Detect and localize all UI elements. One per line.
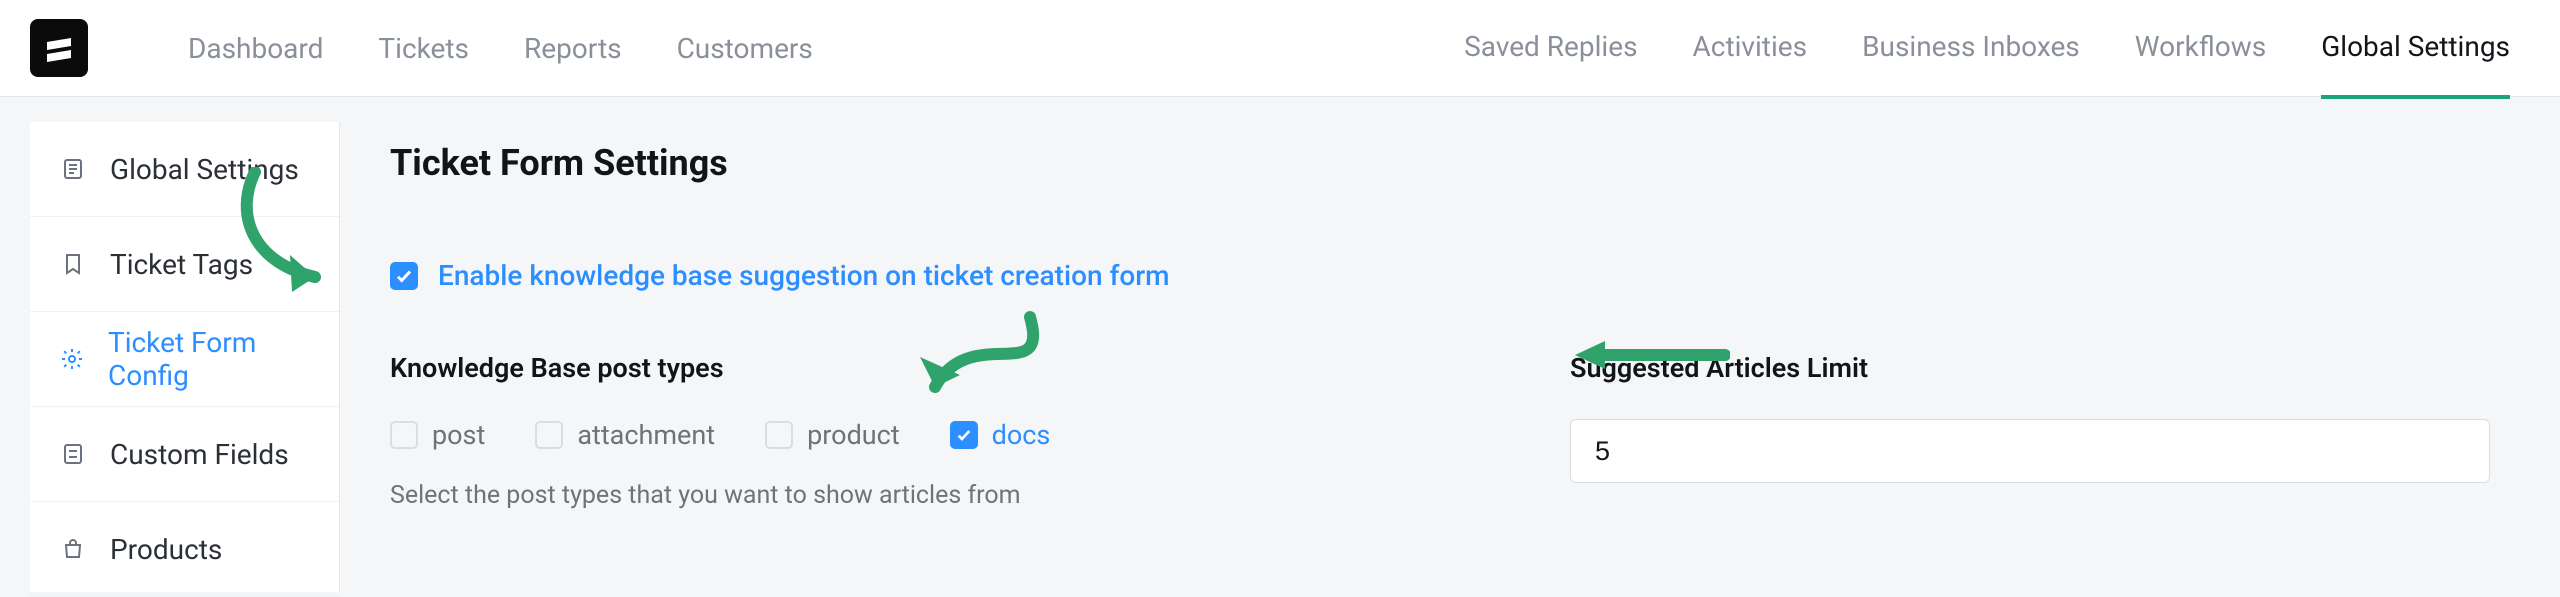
posttypes-heading: Knowledge Base post types	[390, 352, 1270, 384]
bag-icon	[60, 536, 86, 562]
limit-input[interactable]	[1570, 419, 2490, 483]
enable-kb-checkbox[interactable]	[390, 262, 418, 290]
check-icon	[395, 267, 413, 285]
nav-customers[interactable]: Customers	[677, 0, 813, 97]
logo-glyph-icon	[41, 30, 77, 66]
sidebar-item-products[interactable]: Products	[30, 502, 339, 597]
sidebar-item-label: Ticket Tags	[110, 248, 253, 281]
file-icon	[60, 156, 86, 182]
posttype-product-checkbox[interactable]	[765, 421, 793, 449]
posttype-attachment-checkbox[interactable]	[535, 421, 563, 449]
sidebar-item-ticket-tags[interactable]: Ticket Tags	[30, 217, 339, 312]
body: Global Settings Ticket Tags Ticket Form …	[0, 97, 2560, 592]
nav-global-settings[interactable]: Global Settings	[2321, 0, 2510, 99]
posttype-label: post	[432, 419, 485, 451]
nav-dashboard[interactable]: Dashboard	[188, 0, 323, 97]
limit-heading: Suggested Articles Limit	[1570, 352, 2490, 384]
enable-kb-label: Enable knowledge base suggestion on tick…	[438, 259, 1170, 292]
nav-reports[interactable]: Reports	[524, 0, 622, 97]
topnav: Dashboard Tickets Reports Customers Save…	[0, 0, 2560, 97]
posttype-post-checkbox[interactable]	[390, 421, 418, 449]
posttype-post[interactable]: post	[390, 419, 485, 451]
posttype-label: product	[807, 419, 900, 451]
posttype-label: attachment	[577, 419, 715, 451]
sidebar: Global Settings Ticket Tags Ticket Form …	[30, 122, 340, 592]
nav-saved-replies[interactable]: Saved Replies	[1464, 0, 1637, 99]
sidebar-item-label: Ticket Form Config	[108, 326, 309, 392]
nav-tickets[interactable]: Tickets	[378, 0, 469, 97]
sidebar-item-ticket-form-config[interactable]: Ticket Form Config	[30, 312, 339, 407]
sidebar-item-label: Products	[110, 533, 222, 566]
nav-workflows[interactable]: Workflows	[2135, 0, 2266, 99]
sidebar-item-label: Custom Fields	[110, 438, 289, 471]
posttypes-row: post attachment product	[390, 419, 1270, 451]
main-content: Ticket Form Settings Enable knowledge ba…	[340, 97, 2560, 592]
posttypes-column: Knowledge Base post types post attachmen…	[390, 352, 1270, 510]
posttype-docs[interactable]: docs	[950, 419, 1051, 451]
list-icon	[60, 441, 86, 467]
page-title: Ticket Form Settings	[390, 142, 2490, 184]
check-icon	[956, 427, 972, 443]
posttype-label: docs	[992, 419, 1051, 451]
settings-columns: Knowledge Base post types post attachmen…	[390, 352, 2490, 510]
nav-activities[interactable]: Activities	[1693, 0, 1808, 99]
limit-column: Suggested Articles Limit	[1570, 352, 2490, 510]
enable-kb-row: Enable knowledge base suggestion on tick…	[390, 259, 2490, 292]
topnav-left: Dashboard Tickets Reports Customers	[188, 0, 813, 97]
sidebar-item-custom-fields[interactable]: Custom Fields	[30, 407, 339, 502]
posttype-docs-checkbox[interactable]	[950, 421, 978, 449]
nav-business-inboxes[interactable]: Business Inboxes	[1862, 0, 2080, 99]
sidebar-item-global-settings[interactable]: Global Settings	[30, 122, 339, 217]
posttype-product[interactable]: product	[765, 419, 900, 451]
posttypes-helper: Select the post types that you want to s…	[390, 481, 1270, 510]
posttype-attachment[interactable]: attachment	[535, 419, 715, 451]
topnav-right: Saved Replies Activities Business Inboxe…	[1464, 0, 2510, 99]
app-logo	[30, 19, 88, 77]
bookmark-icon	[60, 251, 86, 277]
gear-icon	[60, 346, 84, 372]
sidebar-item-label: Global Settings	[110, 153, 299, 186]
